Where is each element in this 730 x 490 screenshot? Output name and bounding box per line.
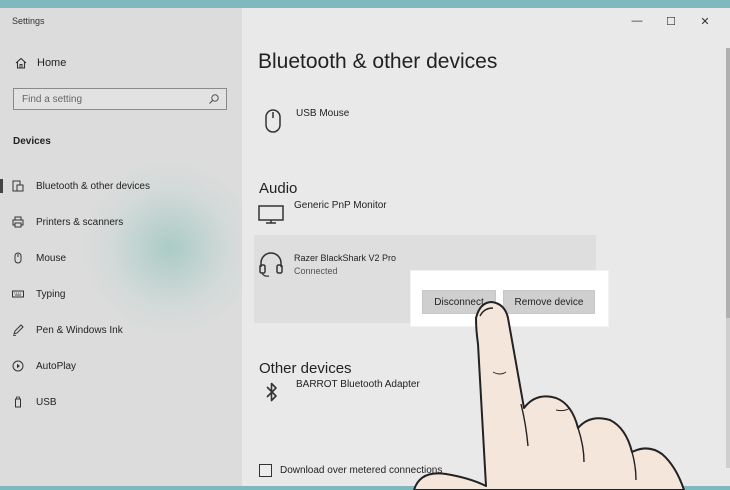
device-usb-mouse[interactable]: USB Mouse [260,108,349,134]
sidebar-item-label: Printers & scanners [36,216,124,228]
home-icon [15,57,27,69]
other-devices-heading: Other devices [259,360,352,377]
close-button[interactable]: ✕ [688,13,722,29]
home-label: Home [37,57,67,69]
sidebar-item-label: Bluetooth & other devices [36,180,150,192]
device-name: BARROT Bluetooth Adapter [296,379,420,390]
search-input[interactable] [14,89,202,110]
device-name: USB Mouse [296,108,350,119]
maximize-button[interactable]: ☐ [654,13,688,29]
remove-device-button[interactable]: Remove device [503,290,595,314]
sidebar-item-mouse[interactable]: Mouse [0,240,242,276]
settings-window: Settings Home Devices Bluetooth & other … [0,8,730,486]
app-title: Settings [12,16,45,26]
window-controls: — ☐ ✕ [620,13,722,29]
device-name: Generic PnP Monitor [294,200,387,211]
scrollbar[interactable] [726,48,730,468]
printer-icon [12,216,24,228]
headset-icon [259,252,283,277]
search-box[interactable] [13,88,227,110]
sidebar-item-label: Typing [36,288,66,300]
metered-connection-option[interactable]: Download over metered connections [259,464,442,477]
autoplay-icon [12,360,24,372]
device-name: Razer BlackShark V2 Pro [294,253,397,263]
devices-section-label: Devices [13,136,51,147]
device-barrot-adapter[interactable]: BARROT Bluetooth Adapter [262,379,420,405]
usb-icon [15,396,21,408]
disconnect-button[interactable]: Disconnect [422,290,496,314]
scrollbar-thumb[interactable] [726,48,730,318]
sidebar-nav: Bluetooth & other devices Printers & sca… [0,168,242,420]
sidebar-item-bluetooth[interactable]: Bluetooth & other devices [0,168,242,204]
search-icon[interactable] [208,93,220,105]
pen-icon [13,324,24,336]
bluetooth-icon [266,382,277,402]
device-generic-monitor[interactable]: Generic PnP Monitor [258,200,387,226]
mouse-icon [14,252,22,264]
page-title: Bluetooth & other devices [258,50,498,73]
sidebar-item-autoplay[interactable]: AutoPlay [0,348,242,384]
keyboard-icon [12,290,24,298]
sidebar-item-label: AutoPlay [36,360,77,372]
sidebar-item-label: USB [36,396,57,408]
metered-label: Download over metered connections [280,465,443,476]
main-content: — ☐ ✕ Bluetooth & other devices USB Mous… [242,8,730,486]
minimize-button[interactable]: — [620,13,654,29]
sidebar-item-pen[interactable]: Pen & Windows Ink [0,312,242,348]
home-link[interactable]: Home [14,56,66,70]
monitor-icon [258,205,284,224]
sidebar-item-label: Mouse [36,252,67,264]
mouse-icon [265,109,281,133]
sidebar: Settings Home Devices Bluetooth & other … [0,8,242,486]
device-status: Connected [294,266,338,276]
sidebar-item-usb[interactable]: USB [0,384,242,420]
sidebar-item-printers[interactable]: Printers & scanners [0,204,242,240]
sidebar-item-label: Pen & Windows Ink [36,324,123,336]
device-razer-headset[interactable]: Razer BlackShark V2 Pro Connected [258,251,396,277]
bluetooth-devices-icon [12,180,24,192]
metered-checkbox[interactable] [259,464,272,477]
audio-heading: Audio [259,180,298,197]
sidebar-item-typing[interactable]: Typing [0,276,242,312]
